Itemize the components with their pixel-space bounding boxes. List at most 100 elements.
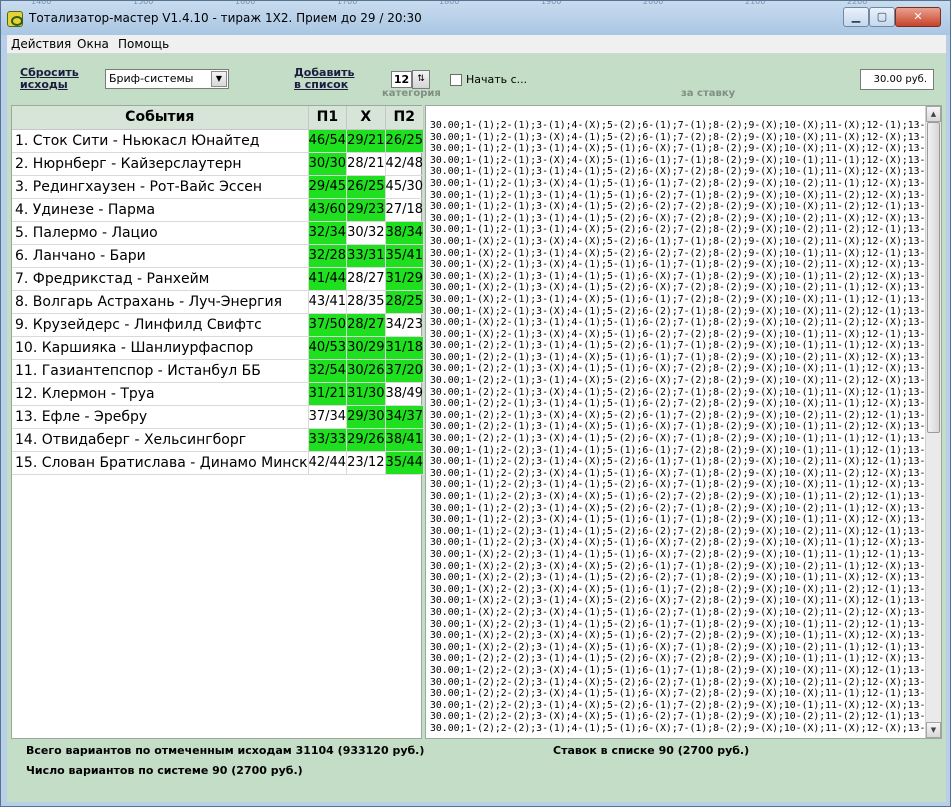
- list-item[interactable]: 30.00;1-(2);2-(2);3-(1);4-(X);5-(2);6-(1…: [430, 700, 926, 712]
- list-item[interactable]: 30.00;1-(2);2-(1);3-(1);4-(1);5-(1);6-(2…: [430, 398, 926, 410]
- outcome-cell-x[interactable]: 31/30: [346, 382, 386, 406]
- list-item[interactable]: 30.00;1-(2);2-(1);3-(1);4-(X);5-(1);6-(X…: [430, 421, 926, 433]
- list-item[interactable]: 30.00;1-(2);2-(1);3-(1);4-(X);5-(2);6-(X…: [430, 375, 926, 387]
- outcome-cell-p2[interactable]: 34/23: [385, 313, 425, 337]
- list-item[interactable]: 30.00;1-(X);2-(1);3-(1);4-(1);5-(1);6-(2…: [430, 317, 926, 329]
- outcome-cell-x[interactable]: 33/31: [346, 244, 386, 268]
- outcome-cell-p2[interactable]: 27/18: [385, 198, 425, 222]
- list-item[interactable]: 30.00;1-(2);2-(2);3-(1);4-(1);5-(1);6-(X…: [430, 723, 926, 735]
- outcome-cell-p2[interactable]: 38/34: [385, 221, 425, 245]
- bet-list[interactable]: 30.00;1-(1);2-(1);3-(1);4-(X);5-(2);6-(1…: [430, 120, 926, 738]
- system-select[interactable]: Бриф-системы ▼: [105, 69, 229, 89]
- list-item[interactable]: 30.00;1-(X);2-(2);3-(X);4-(X);5-(2);6-(1…: [430, 561, 926, 573]
- list-item[interactable]: 30.00;1-(X);2-(2);3-(X);4-(X);5-(1);6-(2…: [430, 630, 926, 642]
- list-item[interactable]: 30.00;1-(2);2-(2);3-(1);4-(X);5-(2);6-(2…: [430, 677, 926, 689]
- scroll-up-icon[interactable]: ▲: [926, 106, 941, 122]
- menu-help[interactable]: Помощь: [118, 37, 169, 51]
- list-item[interactable]: 30.00;1-(2);2-(2);3-(X);4-(1);5-(1);6-(X…: [430, 688, 926, 700]
- outcome-cell-p2[interactable]: 35/44: [385, 451, 425, 475]
- outcome-cell-x[interactable]: 29/30: [346, 405, 386, 429]
- outcome-cell-p2[interactable]: 31/18: [385, 336, 425, 360]
- list-item[interactable]: 30.00;1-(1);2-(1);3-(1);4-(1);5-(2);6-(X…: [430, 213, 926, 225]
- outcome-cell-p2[interactable]: 28/25: [385, 290, 425, 314]
- list-item[interactable]: 30.00;1-(1);2-(2);3-(X);4-(X);5-(1);6-(X…: [430, 537, 926, 549]
- list-item[interactable]: 30.00;1-(1);2-(2);3-(1);4-(X);5-(2);6-(2…: [430, 503, 926, 515]
- outcome-cell-p1[interactable]: 40/53: [308, 336, 348, 360]
- minimize-button[interactable]: ▁: [843, 7, 869, 27]
- list-item[interactable]: 30.00;1-(2);2-(1);3-(X);4-(1);5-(1);6-(X…: [430, 363, 926, 375]
- start-from-checkbox[interactable]: [450, 74, 462, 86]
- outcome-cell-x[interactable]: 29/26: [346, 428, 386, 452]
- outcome-cell-p1[interactable]: 43/41: [308, 290, 348, 314]
- outcome-cell-p1[interactable]: 29/45: [308, 175, 348, 199]
- list-item[interactable]: 30.00;1-(X);2-(2);3-(1);4-(X);5-(1);6-(X…: [430, 642, 926, 654]
- list-item[interactable]: 30.00;1-(1);2-(1);3-(1);4-(X);5-(1);6-(X…: [430, 143, 926, 155]
- list-item[interactable]: 30.00;1-(X);2-(1);3-(X);4-(X);5-(1);6-(2…: [430, 329, 926, 341]
- list-item[interactable]: 30.00;1-(X);2-(1);3-(1);4-(X);5-(1);6-(1…: [430, 294, 926, 306]
- outcome-cell-x[interactable]: 28/35: [346, 290, 386, 314]
- list-item[interactable]: 30.00;1-(2);2-(2);3-(1);4-(1);5-(2);6-(X…: [430, 653, 926, 665]
- list-item[interactable]: 30.00;1-(X);2-(1);3-(1);4-(X);5-(2);6-(2…: [430, 248, 926, 260]
- category-input[interactable]: 12: [391, 71, 412, 88]
- header-x[interactable]: Х: [346, 106, 386, 130]
- list-item[interactable]: 30.00;1-(1);2-(1);3-(1);4-(X);5-(2);6-(1…: [430, 120, 926, 132]
- list-item[interactable]: 30.00;1-(1);2-(1);3-(1);4-(1);5-(2);6-(X…: [430, 166, 926, 178]
- maximize-button[interactable]: ▢: [869, 7, 895, 27]
- list-item[interactable]: 30.00;1-(1);2-(2);3-(X);4-(1);5-(1);6-(X…: [430, 468, 926, 480]
- outcome-cell-p2[interactable]: 26/25: [385, 129, 425, 153]
- category-spinner-icon[interactable]: ⇅: [412, 70, 430, 89]
- outcome-cell-p1[interactable]: 37/34: [308, 405, 348, 429]
- list-item[interactable]: 30.00;1-(2);2-(1);3-(X);4-(1);5-(2);6-(X…: [430, 433, 926, 445]
- chevron-down-icon[interactable]: ▼: [211, 71, 227, 87]
- outcome-cell-p2[interactable]: 35/41: [385, 244, 425, 268]
- outcome-cell-x[interactable]: 23/12: [346, 451, 386, 475]
- outcome-cell-p1[interactable]: 32/54: [308, 359, 348, 383]
- outcome-cell-p1[interactable]: 37/50: [308, 313, 348, 337]
- outcome-cell-x[interactable]: 29/21: [346, 129, 386, 153]
- start-from-label[interactable]: Начать с...: [466, 73, 527, 86]
- outcome-cell-p1[interactable]: 31/21: [308, 382, 348, 406]
- outcome-cell-x[interactable]: 30/26: [346, 359, 386, 383]
- menu-actions[interactable]: Действия: [11, 37, 71, 51]
- outcome-cell-p2[interactable]: 37/20: [385, 359, 425, 383]
- menu-windows[interactable]: Окна: [77, 37, 109, 51]
- list-item[interactable]: 30.00;1-(X);2-(2);3-(1);4-(1);5-(2);6-(2…: [430, 572, 926, 584]
- scrollbar-thumb[interactable]: [927, 122, 940, 433]
- list-item[interactable]: 30.00;1-(1);2-(1);3-(1);4-(X);5-(2);6-(2…: [430, 224, 926, 236]
- list-item[interactable]: 30.00;1-(1);2-(1);3-(X);4-(1);5-(2);6-(2…: [430, 201, 926, 213]
- list-item[interactable]: 30.00;1-(1);2-(2);3-(1);4-(1);5-(2);6-(2…: [430, 526, 926, 538]
- add-to-list-link[interactable]: Добавить в список: [294, 67, 354, 91]
- list-item[interactable]: 30.00;1-(1);2-(2);3-(1);4-(X);5-(2);6-(1…: [430, 456, 926, 468]
- outcome-cell-x[interactable]: 26/25: [346, 175, 386, 199]
- list-item[interactable]: 30.00;1-(1);2-(2);3-(1);4-(1);5-(1);6-(1…: [430, 445, 926, 457]
- list-item[interactable]: 30.00;1-(X);2-(2);3-(X);4-(1);5-(1);6-(2…: [430, 607, 926, 619]
- list-item[interactable]: 30.00;1-(X);2-(2);3-(1);4-(1);5-(1);6-(X…: [430, 549, 926, 561]
- list-item[interactable]: 30.00;1-(1);2-(2);3-(X);4-(X);5-(1);6-(2…: [430, 491, 926, 503]
- list-item[interactable]: 30.00;1-(X);2-(2);3-(X);4-(X);5-(1);6-(1…: [430, 584, 926, 596]
- list-item[interactable]: 30.00;1-(2);2-(2);3-(X);4-(X);5-(1);6-(2…: [430, 711, 926, 723]
- outcome-cell-p1[interactable]: 41/44: [308, 267, 348, 291]
- outcome-cell-p1[interactable]: 46/54: [308, 129, 348, 153]
- reset-outcomes-link[interactable]: Сбросить исходы: [20, 67, 79, 91]
- list-item[interactable]: 30.00;1-(1);2-(1);3-(X);4-(X);5-(1);6-(1…: [430, 155, 926, 167]
- header-p2[interactable]: П2: [385, 106, 425, 130]
- outcome-cell-p2[interactable]: 38/41: [385, 428, 425, 452]
- header-p1[interactable]: П1: [308, 106, 348, 130]
- list-item[interactable]: 30.00;1-(2);2-(1);3-(X);4-(X);5-(2);6-(1…: [430, 410, 926, 422]
- list-item[interactable]: 30.00;1-(2);2-(1);3-(X);4-(1);5-(2);6-(2…: [430, 387, 926, 399]
- list-item[interactable]: 30.00;1-(2);2-(1);3-(1);4-(1);5-(2);6-(1…: [430, 340, 926, 352]
- stake-input[interactable]: 30.00 руб.: [860, 69, 934, 90]
- list-item[interactable]: 30.00;1-(1);2-(1);3-(1);4-(1);5-(1);6-(2…: [430, 190, 926, 202]
- outcome-cell-x[interactable]: 30/29: [346, 336, 386, 360]
- scroll-down-icon[interactable]: ▼: [926, 722, 941, 738]
- outcome-cell-x[interactable]: 28/27: [346, 267, 386, 291]
- outcome-cell-p2[interactable]: 38/49: [385, 382, 425, 406]
- outcome-cell-p2[interactable]: 45/30: [385, 175, 425, 199]
- list-item[interactable]: 30.00;1-(X);2-(2);3-(1);4-(X);5-(2);6-(X…: [430, 595, 926, 607]
- title-bar[interactable]: 1400 1500 1600 1700 1800 1900 2000 2100 2200 Тот…: [1, 1, 950, 35]
- outcome-cell-p1[interactable]: 43/60: [308, 198, 348, 222]
- outcome-cell-x[interactable]: 28/21: [346, 152, 386, 176]
- list-item[interactable]: 30.00;1-(X);2-(1);3-(X);4-(1);5-(1);6-(1…: [430, 259, 926, 271]
- vertical-scrollbar[interactable]: ▲ ▼: [925, 106, 941, 738]
- outcome-cell-x[interactable]: 30/32: [346, 221, 386, 245]
